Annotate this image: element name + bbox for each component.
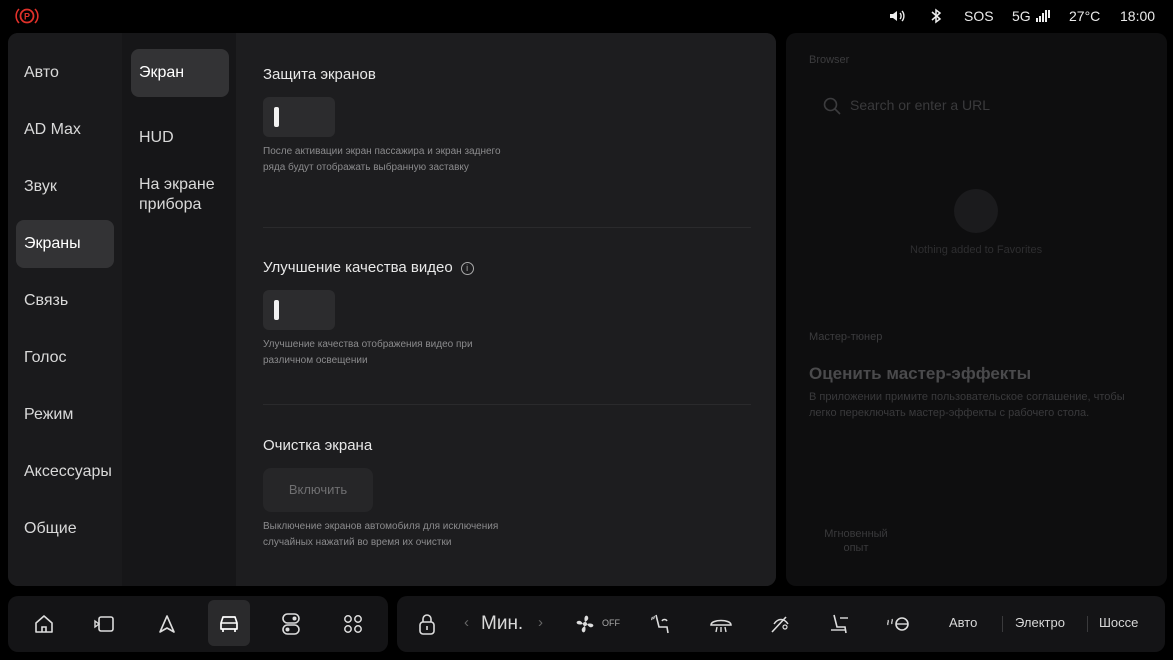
nav-item-voice[interactable]: Голос (16, 334, 114, 382)
toggle-knob (274, 300, 279, 320)
subnav-item-instrument[interactable]: На экране прибора (131, 167, 229, 223)
screens-subnav: Экран HUD На экране прибора (122, 33, 236, 586)
steering-heat-icon[interactable] (883, 608, 915, 640)
instant-experience-button[interactable]: Мгновенный опыт (816, 527, 896, 555)
video-enhance-toggle[interactable] (263, 290, 335, 330)
clock: 18:00 (1120, 8, 1156, 24)
subnav-item-screen[interactable]: Экран (131, 49, 229, 97)
controls-icon[interactable] (275, 608, 307, 640)
nav-item-mode[interactable]: Режим (16, 391, 114, 439)
screen-clean-title: Очистка экрана (263, 437, 373, 454)
nav-item-general[interactable]: Общие (16, 505, 114, 553)
subnav-item-hud[interactable]: HUD (131, 120, 229, 156)
tuner-desc: В приложении примите пользовательское со… (809, 391, 1125, 419)
fan-state-label: OFF (602, 618, 620, 628)
mode-highway[interactable]: Шоссе (1099, 615, 1138, 630)
network-label: 5G (1012, 8, 1051, 24)
screen-clean-enable-button[interactable]: Включить (263, 468, 373, 512)
divider (263, 404, 751, 405)
toggle-knob (274, 107, 279, 127)
sos-label[interactable]: SOS (964, 8, 994, 24)
svg-text:P: P (24, 12, 30, 22)
video-enhance-desc: Улучшение качества отображения видео при… (263, 339, 473, 366)
browser-label: Browser (809, 54, 850, 66)
home-icon[interactable] (28, 608, 60, 640)
climate-bar: ‹ Мин. › OFF Авто Электро Шоссе (397, 596, 1165, 652)
settings-category-nav: Авто AD Max Звук Экраны Связь Голос Режи… (8, 33, 122, 586)
background-widgets-panel: Browser Search or enter a URL Nothing ad… (786, 33, 1167, 586)
info-icon[interactable]: i (460, 262, 474, 275)
fan-toggle[interactable]: OFF (573, 612, 620, 636)
nav-item-auto[interactable]: Авто (16, 49, 114, 97)
nav-item-accessories[interactable]: Аксессуары (16, 448, 114, 496)
nav-item-connection[interactable]: Связь (16, 277, 114, 325)
lock-icon[interactable] (411, 608, 443, 640)
nav-item-sound[interactable]: Звук (16, 163, 114, 211)
tuner-title: Оценить мастер-эффекты (809, 364, 1032, 383)
status-bar: P SOS 5G 27°C 18:00 (0, 0, 1173, 32)
parking-brake-icon: P (14, 6, 40, 26)
temperature-label: 27°C (1069, 8, 1101, 24)
media-icon[interactable] (89, 608, 121, 640)
chevron-right-icon[interactable]: › (538, 614, 543, 631)
favorites-empty-icon (954, 189, 998, 233)
fan-level-label: Мин. (481, 613, 524, 634)
volume-icon[interactable] (889, 9, 905, 26)
screen-protection-title: Защита экранов (263, 66, 376, 83)
nav-item-screens[interactable]: Экраны (16, 220, 114, 268)
divider (263, 227, 751, 228)
settings-panel: Авто AD Max Звук Экраны Связь Голос Режи… (8, 33, 776, 586)
car-settings-icon[interactable] (208, 600, 250, 646)
tuner-label: Мастер-тюнер (809, 331, 883, 343)
fan-icon (576, 615, 594, 633)
mode-electric[interactable]: Электро (1015, 615, 1065, 630)
apps-grid-icon[interactable] (337, 608, 369, 640)
mode-separator (1087, 616, 1088, 632)
mode-separator (1002, 616, 1003, 632)
screen-settings-content: Защита экранов После активации экран пас… (236, 33, 776, 586)
video-enhance-title: Улучшение качества видео i (263, 259, 474, 276)
nav-item-ad-max[interactable]: AD Max (16, 106, 114, 154)
app-dock (8, 596, 388, 652)
video-enhance-label: Улучшение качества видео (263, 259, 453, 276)
wiper-icon[interactable] (764, 608, 796, 640)
browser-search-input[interactable]: Search or enter a URL (850, 97, 990, 113)
screen-protection-toggle[interactable] (263, 97, 335, 137)
navigation-icon[interactable] (151, 608, 183, 640)
no-favorites-text: Nothing added to Favorites (910, 244, 1043, 256)
screen-protection-desc: После активации экран пассажира и экран … (263, 146, 501, 173)
chevron-left-icon[interactable]: ‹ (464, 614, 469, 631)
front-defrost-icon[interactable] (705, 608, 737, 640)
search-icon (823, 97, 841, 120)
bluetooth-icon (930, 8, 942, 27)
seat-ventilation-icon[interactable] (824, 608, 856, 640)
mode-auto[interactable]: Авто (949, 615, 977, 630)
screen-clean-desc: Выключение экранов автомобиля для исключ… (263, 521, 499, 548)
seat-heating-icon[interactable] (645, 608, 677, 640)
